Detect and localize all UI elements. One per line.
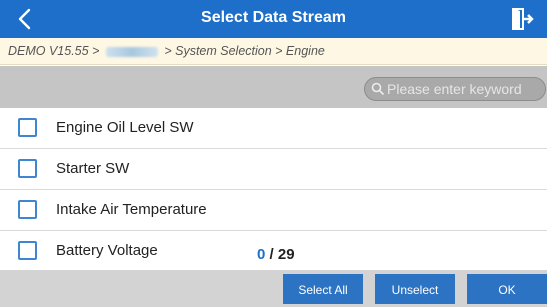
list-item-label: Engine Oil Level SW: [56, 119, 194, 136]
total-count: / 29: [269, 246, 295, 263]
checkbox[interactable]: [18, 118, 37, 137]
list-item[interactable]: Intake Air Temperature: [0, 190, 547, 231]
checkbox[interactable]: [18, 159, 37, 178]
checkbox[interactable]: [18, 200, 37, 219]
list-item-label: Starter SW: [56, 160, 130, 177]
search-field[interactable]: [364, 77, 546, 101]
title-bar: Select Data Stream: [0, 0, 547, 38]
breadcrumb-prefix: DEMO V15.55 >: [8, 44, 100, 58]
breadcrumb: DEMO V15.55 > > System Selection > Engin…: [0, 38, 547, 65]
search-input[interactable]: [387, 78, 543, 100]
list-item-label: Intake Air Temperature: [56, 201, 207, 218]
breadcrumb-suffix: > System Selection > Engine: [164, 44, 325, 58]
selection-counter: 0 / 29: [257, 246, 295, 263]
select-all-button[interactable]: Select All: [283, 274, 363, 304]
list-item[interactable]: Starter SW: [0, 149, 547, 190]
search-bar: [0, 66, 547, 108]
list-item[interactable]: Engine Oil Level SW: [0, 108, 547, 149]
selected-count: 0: [257, 246, 266, 263]
checkbox[interactable]: [18, 241, 37, 260]
unselect-button[interactable]: Unselect: [375, 274, 455, 304]
exit-button[interactable]: [509, 6, 535, 32]
page-title: Select Data Stream: [201, 9, 346, 26]
bottom-toolbar: Select All Unselect OK: [0, 270, 547, 307]
redacted-vin: [105, 46, 158, 57]
ok-button[interactable]: OK: [467, 274, 547, 304]
search-icon: [371, 82, 385, 96]
list-item-label: Battery Voltage: [56, 242, 158, 259]
exit-icon: [512, 8, 534, 30]
